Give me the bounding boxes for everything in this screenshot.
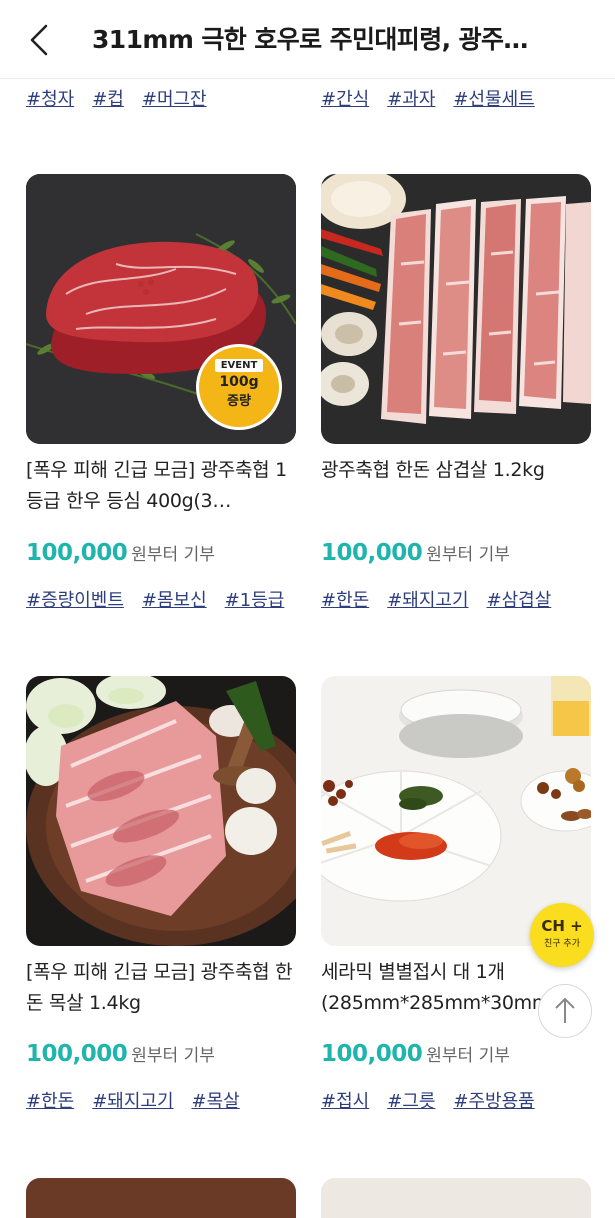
price-suffix: 원부터 기부 <box>426 1046 510 1066</box>
price-amount: 100,000 <box>26 540 128 566</box>
tag-link[interactable]: #머그잔 <box>142 89 207 110</box>
tag-link[interactable]: #접시 <box>321 1091 369 1112</box>
tag-link[interactable]: #컵 <box>92 89 124 110</box>
tag-list: #증량이벤트 #몸보신 #1등급 <box>26 586 302 612</box>
event-label: EVENT <box>214 359 264 372</box>
tag-link[interactable]: #몸보신 <box>142 590 207 611</box>
tag-link[interactable]: #한돈 <box>26 1091 74 1112</box>
product-name[interactable]: [폭우 피해 긴급 모금] 광주축협 한돈 목살 1.4kg <box>26 957 301 1019</box>
tag-list: #접시 #그릇 #주방용품 <box>321 1087 553 1113</box>
tag-link[interactable]: #증량이벤트 <box>26 590 124 611</box>
event-amount: 100g <box>219 374 259 390</box>
tag-link[interactable]: #돼지고기 <box>92 1091 173 1112</box>
top-bar: 311mm 극한 호우로 주민대피령, 광주… <box>0 0 615 79</box>
tag-list: #한돈 #돼지고기 #목살 <box>26 1087 258 1113</box>
price-amount: 100,000 <box>26 1041 128 1067</box>
product-price: 100,000 원부터 기부 <box>321 540 510 566</box>
event-text: 증량 <box>227 394 251 409</box>
product-price: 100,000 원부터 기부 <box>321 1041 510 1067</box>
tag-link[interactable]: #과자 <box>387 89 435 110</box>
product-name[interactable]: [폭우 피해 긴급 모금] 광주축협 1등급 한우 등심 400g(3… <box>26 455 301 517</box>
product-price: 100,000 원부터 기부 <box>26 540 215 566</box>
product-image[interactable] <box>26 676 296 946</box>
product-image[interactable]: EVENT 100g 증량 <box>26 174 296 444</box>
channel-subtitle: 친구 추가 <box>544 939 580 949</box>
tag-link[interactable]: #한돈 <box>321 590 369 611</box>
tag-list: #한돈 #돼지고기 #삼겹살 <box>321 586 569 612</box>
tag-link[interactable]: #삼겹살 <box>487 590 552 611</box>
channel-title: CH + <box>541 917 583 935</box>
product-image[interactable] <box>26 1178 296 1218</box>
tag-link[interactable]: #주방용품 <box>453 1091 534 1112</box>
product-image[interactable] <box>321 174 591 444</box>
event-badge: EVENT 100g 증량 <box>196 344 282 430</box>
tag-link[interactable]: #돼지고기 <box>387 590 468 611</box>
back-arrow-icon[interactable] <box>22 20 62 60</box>
channel-add-button[interactable]: CH + 친구 추가 <box>530 903 594 967</box>
tag-list: #청자 #컵 #머그잔 <box>26 85 225 111</box>
price-amount: 100,000 <box>321 540 423 566</box>
tag-link[interactable]: #그릇 <box>387 1091 435 1112</box>
scroll-top-button[interactable] <box>538 984 592 1038</box>
tag-link[interactable]: #간식 <box>321 89 369 110</box>
price-amount: 100,000 <box>321 1041 423 1067</box>
tag-list: #간식 #과자 #선물세트 <box>321 85 553 111</box>
price-suffix: 원부터 기부 <box>426 545 510 565</box>
product-price: 100,000 원부터 기부 <box>26 1041 215 1067</box>
product-image[interactable] <box>321 1178 591 1218</box>
tag-link[interactable]: #선물세트 <box>453 89 534 110</box>
price-suffix: 원부터 기부 <box>131 545 215 565</box>
price-suffix: 원부터 기부 <box>131 1046 215 1066</box>
tag-link[interactable]: #목살 <box>192 1091 240 1112</box>
tag-link[interactable]: #청자 <box>26 89 74 110</box>
product-name[interactable]: 광주축협 한돈 삼겹살 1.2kg <box>321 455 596 486</box>
tag-link[interactable]: #1등급 <box>225 590 285 611</box>
arrow-up-icon <box>555 997 575 1023</box>
page-title: 311mm 극한 호우로 주민대피령, 광주… <box>92 25 528 54</box>
